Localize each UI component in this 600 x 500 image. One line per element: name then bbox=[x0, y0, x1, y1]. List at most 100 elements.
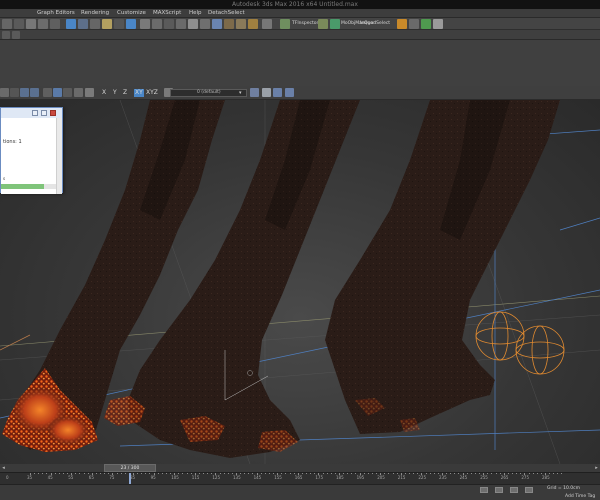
status-icon-c[interactable] bbox=[510, 487, 518, 493]
constraint-tool-icon[interactable] bbox=[0, 88, 9, 97]
playhead bbox=[129, 473, 131, 484]
quad-icon[interactable] bbox=[318, 19, 328, 29]
axis-xy-button[interactable]: XY bbox=[134, 89, 144, 97]
ruler-minor-tick bbox=[252, 473, 254, 474]
axis-xyz-button[interactable]: XYZ bbox=[146, 89, 158, 97]
quadselect-label[interactable]: InQuadSelect bbox=[360, 18, 390, 30]
ruler-minor-tick bbox=[557, 473, 559, 474]
ruler-minor-tick bbox=[227, 473, 229, 474]
layer-tool-icon-a[interactable] bbox=[250, 88, 259, 97]
scale-icon[interactable] bbox=[50, 19, 60, 29]
ruler-label: 145 bbox=[253, 475, 262, 480]
align-icon[interactable] bbox=[164, 19, 174, 29]
ruler-label: 165 bbox=[294, 475, 303, 480]
smoke-plume-right bbox=[325, 100, 560, 434]
tfinspector-label[interactable]: TFInspector bbox=[292, 18, 318, 30]
status-icon-d[interactable] bbox=[525, 487, 533, 493]
named-selection-icon[interactable] bbox=[140, 19, 150, 29]
tool-icon-f[interactable] bbox=[74, 88, 83, 97]
ruler-label: 245 bbox=[459, 475, 468, 480]
dialog-title-bar[interactable] bbox=[1, 108, 62, 118]
close-icon[interactable] bbox=[50, 110, 56, 116]
layer-manager-icon[interactable] bbox=[176, 19, 186, 29]
tool-icon-d[interactable] bbox=[53, 88, 62, 97]
prev-frame-icon[interactable]: ◂ bbox=[0, 464, 7, 472]
status-icon-a[interactable] bbox=[480, 487, 488, 493]
percent-snap-icon[interactable] bbox=[114, 19, 124, 29]
menu-maxscript[interactable]: MAXScript bbox=[153, 9, 181, 18]
tool-icon-b[interactable] bbox=[30, 88, 39, 97]
select-icon[interactable] bbox=[2, 19, 12, 29]
track-bar[interactable]: 0 35 45 55 65 75 85 95 105 115 125 135 145 155 165 175 1… bbox=[0, 472, 600, 484]
pivot-icon[interactable] bbox=[78, 19, 88, 29]
ruler-label: 55 bbox=[68, 475, 74, 480]
ruler-minor-tick bbox=[100, 473, 102, 474]
dialog-text: tions: 1 bbox=[3, 139, 22, 145]
menu-graph-editors[interactable]: Graph Editors bbox=[37, 9, 75, 18]
ruler-minor-tick bbox=[516, 473, 518, 474]
axis-x-button[interactable]: X bbox=[102, 89, 106, 97]
add-time-tag-button[interactable]: Add Time Tag bbox=[565, 494, 595, 499]
select-region-icon[interactable] bbox=[14, 19, 24, 29]
next-frame-icon[interactable]: ▸ bbox=[593, 464, 600, 472]
material-editor-icon[interactable] bbox=[212, 19, 222, 29]
ruler-minor-tick bbox=[240, 473, 242, 474]
add-layer-icon[interactable] bbox=[262, 88, 271, 97]
ruler-minor-tick bbox=[170, 473, 172, 474]
spinner-snap-icon[interactable] bbox=[126, 19, 136, 29]
render-setup-icon[interactable] bbox=[224, 19, 234, 29]
snap-icon[interactable] bbox=[90, 19, 100, 29]
script-icon[interactable] bbox=[262, 19, 272, 29]
perspective-viewport[interactable] bbox=[0, 100, 600, 464]
ruler-minor-tick bbox=[355, 473, 357, 474]
ruler-minor-tick bbox=[437, 473, 439, 474]
curve-editor-icon[interactable] bbox=[188, 19, 198, 29]
tfinspector-icon[interactable] bbox=[280, 19, 290, 29]
rotate-icon[interactable] bbox=[38, 19, 48, 29]
dialog-scrollbar[interactable] bbox=[56, 118, 62, 194]
menu-rendering[interactable]: Rendering bbox=[81, 9, 109, 18]
render-icon[interactable] bbox=[248, 19, 258, 29]
layer-tool-icon-c[interactable] bbox=[285, 88, 294, 97]
status-icon-b[interactable] bbox=[495, 487, 503, 493]
mergeobj-icon[interactable] bbox=[330, 19, 340, 29]
ruler-minor-tick bbox=[425, 473, 427, 474]
curve-tool-icon[interactable] bbox=[10, 88, 19, 97]
ruler-minor-tick bbox=[446, 473, 448, 474]
grid-size-label: Grid = 10.0cm bbox=[547, 486, 580, 491]
maximize-icon[interactable] bbox=[41, 110, 47, 116]
ruler-minor-tick bbox=[273, 473, 275, 474]
rendered-frame-icon[interactable] bbox=[236, 19, 246, 29]
window-tool-icon[interactable] bbox=[433, 19, 443, 29]
time-slider-thumb[interactable]: 23 / 300 bbox=[104, 464, 156, 472]
grid-icon[interactable] bbox=[409, 19, 419, 29]
menu-help[interactable]: Help bbox=[189, 9, 202, 18]
folder-icon[interactable] bbox=[397, 19, 407, 29]
schematic-view-icon[interactable] bbox=[200, 19, 210, 29]
move-icon[interactable] bbox=[26, 19, 36, 29]
ruler-minor-tick bbox=[149, 473, 151, 474]
window-title: Autodesk 3ds Max 2016 x64 Untitled.max bbox=[232, 1, 358, 8]
axis-y-button[interactable]: Y bbox=[113, 89, 117, 97]
layer-dropdown[interactable]: 0 (default) ▾ bbox=[170, 89, 247, 97]
tool-icon-e[interactable] bbox=[63, 88, 72, 97]
menu-customize[interactable]: Customize bbox=[117, 9, 146, 18]
tool-icon-c[interactable] bbox=[43, 88, 52, 97]
tool-icon-a[interactable] bbox=[20, 88, 29, 97]
menu-detachselect[interactable]: DetachSelect bbox=[208, 9, 245, 18]
ruler-minor-tick bbox=[46, 473, 48, 474]
minimize-icon[interactable] bbox=[32, 110, 38, 116]
green-tool-icon[interactable] bbox=[421, 19, 431, 29]
time-slider[interactable]: ◂ 23 / 300 ▸ bbox=[0, 464, 600, 472]
ruler-label: 135 bbox=[233, 475, 241, 480]
select-and-link-icon[interactable] bbox=[66, 19, 76, 29]
ruler-minor-tick bbox=[520, 473, 522, 474]
mirror-icon[interactable] bbox=[152, 19, 162, 29]
layer-tool-icon-b[interactable] bbox=[273, 88, 282, 97]
redo-icon[interactable] bbox=[12, 31, 20, 39]
angle-snap-icon[interactable] bbox=[102, 19, 112, 29]
snap-toggle-icon[interactable] bbox=[85, 88, 94, 97]
axis-z-button[interactable]: Z bbox=[123, 89, 127, 97]
ruler-minor-tick bbox=[310, 473, 312, 474]
undo-icon[interactable] bbox=[2, 31, 10, 39]
